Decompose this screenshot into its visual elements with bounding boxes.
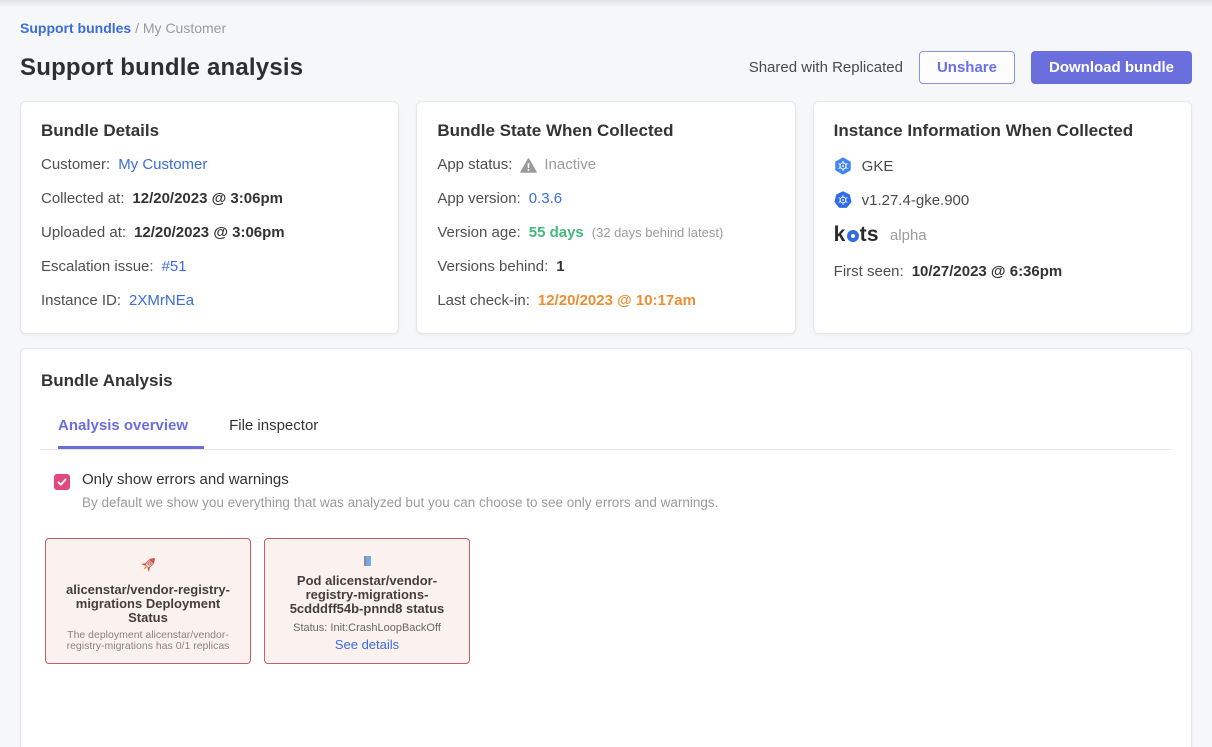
app-status-row: App status: Inactive	[437, 155, 774, 175]
kubernetes-icon	[834, 191, 852, 209]
escalation-issue-label: Escalation issue:	[41, 257, 154, 277]
info-cards-row: Bundle Details Customer: My Customer Col…	[20, 101, 1192, 334]
app-version-label: App version:	[437, 189, 520, 209]
filter-description: By default we show you everything that w…	[82, 495, 718, 510]
customer-label: Customer:	[41, 155, 110, 175]
channel-label: alpha	[890, 227, 927, 244]
versions-behind-row: Versions behind: 1	[437, 257, 774, 277]
broken-image-icon	[364, 554, 371, 567]
pod-status-item[interactable]: Pod alicenstar/vendor-registry-migration…	[264, 538, 470, 664]
bundle-analysis-title: Bundle Analysis	[41, 371, 1171, 391]
gke-icon	[834, 157, 852, 175]
analysis-tabs: Analysis overview File inspector	[41, 417, 1171, 450]
kots-logo: kts	[834, 223, 879, 247]
customer-link[interactable]: My Customer	[118, 155, 207, 175]
instance-id-link[interactable]: 2XMrNEa	[129, 291, 194, 311]
kots-row: kts alpha	[834, 223, 1171, 247]
k8s-version-value: v1.27.4-gke.900	[862, 192, 970, 209]
app-version-link[interactable]: 0.3.6	[529, 189, 562, 209]
version-age-note: (32 days behind latest)	[592, 223, 724, 243]
breadcrumb-separator: /	[135, 20, 143, 36]
version-age-row: Version age: 55 days (32 days behind lat…	[437, 223, 774, 243]
tab-analysis-overview[interactable]: Analysis overview	[58, 417, 204, 449]
app-status-text: Inactive	[544, 155, 596, 175]
analysis-item-title: Pod alicenstar/vendor-registry-migration…	[278, 574, 456, 616]
page-title: Support bundle analysis	[20, 54, 303, 82]
uploaded-at-label: Uploaded at:	[41, 223, 126, 243]
last-checkin-row: Last check-in: 12/20/2023 @ 10:17am	[437, 291, 774, 311]
errors-warnings-checkbox[interactable]	[54, 474, 70, 490]
errors-warnings-filter: Only show errors and warnings By default…	[54, 471, 1171, 510]
bundle-details-card: Bundle Details Customer: My Customer Col…	[20, 101, 399, 334]
collected-at-row: Collected at: 12/20/2023 @ 3:06pm	[41, 189, 378, 209]
see-details-link[interactable]: See details	[335, 637, 399, 652]
deployment-status-item[interactable]: alicenstar/vendor-registry-migrations De…	[45, 538, 251, 664]
instance-info-card: Instance Information When Collected	[813, 101, 1192, 334]
bundle-details-title: Bundle Details	[41, 121, 378, 141]
k8s-version-row: v1.27.4-gke.900	[834, 191, 1171, 209]
support-bundle-analysis-page: Support bundles / My Customer Support bu…	[0, 20, 1212, 747]
distribution-row: GKE	[834, 157, 1171, 175]
page-header: Support bundle analysis Shared with Repl…	[20, 51, 1192, 84]
breadcrumb: Support bundles / My Customer	[20, 20, 1192, 36]
header-actions: Shared with Replicated Unshare Download …	[749, 51, 1192, 84]
breadcrumb-support-bundles-link[interactable]: Support bundles	[20, 20, 131, 36]
analysis-item-status: Status: Init:CrashLoopBackOff	[293, 622, 441, 634]
shared-status-text: Shared with Replicated	[749, 59, 903, 76]
last-checkin-value: 12/20/2023 @ 10:17am	[538, 291, 696, 311]
last-checkin-label: Last check-in:	[437, 291, 530, 311]
instance-info-title: Instance Information When Collected	[834, 121, 1171, 141]
app-status-value: Inactive	[520, 155, 596, 175]
first-seen-row: First seen: 10/27/2023 @ 6:36pm	[834, 262, 1171, 282]
bundle-state-card: Bundle State When Collected App status: …	[416, 101, 795, 334]
versions-behind-label: Versions behind:	[437, 257, 548, 277]
version-age-label: Version age:	[437, 223, 520, 243]
rocket-icon	[137, 554, 159, 576]
escalation-issue-row: Escalation issue: #51	[41, 257, 378, 277]
kots-logo-o-icon	[847, 230, 859, 242]
analysis-item-title: alicenstar/vendor-registry-migrations De…	[60, 583, 236, 625]
app-version-row: App version: 0.3.6	[437, 189, 774, 209]
analysis-item-description: The deployment alicenstar/vendor-registr…	[59, 630, 237, 651]
first-seen-label: First seen:	[834, 262, 904, 282]
customer-row: Customer: My Customer	[41, 155, 378, 175]
uploaded-at-row: Uploaded at: 12/20/2023 @ 3:06pm	[41, 223, 378, 243]
distribution-value: GKE	[862, 158, 894, 175]
tab-file-inspector[interactable]: File inspector	[229, 417, 318, 449]
analysis-items-row: alicenstar/vendor-registry-migrations De…	[45, 538, 1171, 664]
warning-icon	[520, 158, 537, 173]
bundle-state-title: Bundle State When Collected	[437, 121, 774, 141]
bundle-analysis-card: Bundle Analysis Analysis overview File i…	[20, 348, 1192, 747]
breadcrumb-current: My Customer	[143, 20, 226, 36]
instance-id-row: Instance ID: 2XMrNEa	[41, 291, 378, 311]
collected-at-label: Collected at:	[41, 189, 124, 209]
first-seen-value: 10/27/2023 @ 6:36pm	[912, 262, 1063, 282]
filter-label[interactable]: Only show errors and warnings	[82, 471, 718, 488]
escalation-issue-link[interactable]: #51	[162, 257, 187, 277]
filter-text: Only show errors and warnings By default…	[82, 471, 718, 510]
download-bundle-button[interactable]: Download bundle	[1031, 51, 1192, 84]
app-status-label: App status:	[437, 155, 512, 175]
instance-id-label: Instance ID:	[41, 291, 121, 311]
version-age-value: 55 days	[529, 223, 584, 243]
unshare-button[interactable]: Unshare	[919, 51, 1015, 84]
uploaded-at-value: 12/20/2023 @ 3:06pm	[134, 223, 285, 243]
collected-at-value: 12/20/2023 @ 3:06pm	[132, 189, 283, 209]
top-navbar-shadow	[0, 0, 1212, 7]
versions-behind-value: 1	[556, 257, 564, 277]
